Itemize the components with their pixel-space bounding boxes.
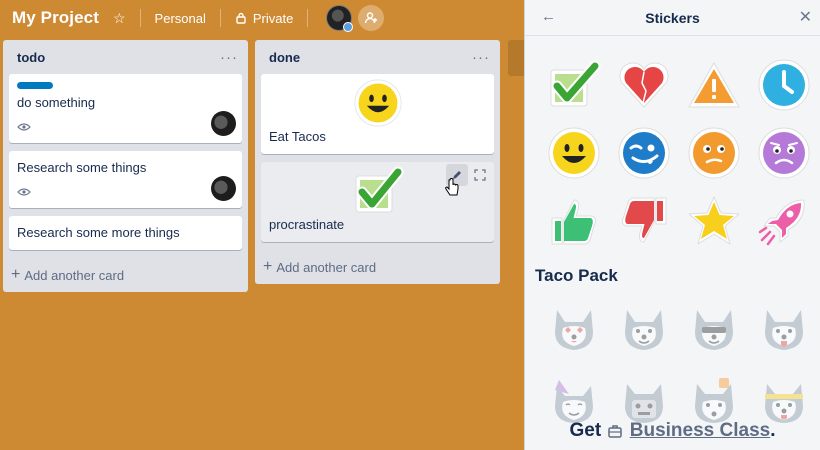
card-eat-tacos[interactable]: Eat Tacos xyxy=(261,74,494,154)
plus-icon: + xyxy=(11,266,21,283)
wink-sticker-icon[interactable] xyxy=(615,124,673,182)
taco-pack-title: Taco Pack xyxy=(535,266,618,285)
card-research-more[interactable]: Research some more things xyxy=(9,216,242,250)
smiley-sticker-icon[interactable] xyxy=(545,124,603,182)
board-title[interactable]: My Project xyxy=(12,8,99,28)
add-card-button[interactable]: + Add another card xyxy=(255,250,500,284)
warning-sticker-icon[interactable] xyxy=(685,56,743,114)
list-title[interactable]: todo xyxy=(17,50,45,65)
business-class-link[interactable]: Business Class xyxy=(630,420,770,441)
card-title: do something xyxy=(17,95,96,110)
business-class-promo: Get Business Class. xyxy=(525,420,820,442)
check-sticker-icon[interactable] xyxy=(545,56,603,114)
card-label xyxy=(17,82,53,89)
back-arrow-icon[interactable]: ← xyxy=(541,8,556,25)
admin-badge-icon xyxy=(343,22,354,32)
list-header: done ··· xyxy=(255,40,500,74)
check-sticker-icon xyxy=(355,166,403,213)
star-sticker-icon[interactable] xyxy=(685,192,743,250)
lock-icon xyxy=(236,12,246,24)
plus-icon: + xyxy=(263,258,273,275)
taco-cool-sticker-icon xyxy=(685,300,743,358)
frown-sticker-icon[interactable] xyxy=(755,124,813,182)
card-research[interactable]: Research some things xyxy=(9,151,242,208)
list-title[interactable]: done xyxy=(269,50,300,65)
thinking-sticker-icon[interactable] xyxy=(685,124,743,182)
privacy-button[interactable]: Private xyxy=(235,11,293,26)
taco-pack-grid xyxy=(525,286,820,430)
card-title: Eat Tacos xyxy=(269,129,326,144)
card-procrastinate[interactable]: procrastinate xyxy=(261,162,494,242)
list-menu-icon[interactable]: ··· xyxy=(472,49,490,66)
promo-suffix: . xyxy=(770,420,776,441)
sidebar-header: ← Stickers ✕ xyxy=(525,0,820,36)
taco-tongue-sticker-icon xyxy=(755,300,813,358)
avatar[interactable] xyxy=(211,176,236,201)
rocket-sticker-icon[interactable] xyxy=(755,192,813,250)
privacy-label: Private xyxy=(252,10,294,26)
heart-sticker-icon[interactable] xyxy=(615,56,673,114)
close-icon[interactable]: ✕ xyxy=(799,7,812,27)
add-person-icon xyxy=(365,12,378,24)
avatar[interactable] xyxy=(211,111,236,136)
add-card-button[interactable]: + Add another card xyxy=(3,258,248,292)
sticker-grid xyxy=(525,36,820,250)
taco-smile-sticker-icon xyxy=(615,300,673,358)
card-title: Research some things xyxy=(17,160,147,175)
card-title: procrastinate xyxy=(269,217,345,232)
hand-cursor-icon xyxy=(445,178,459,196)
smiley-sticker-icon xyxy=(353,79,402,127)
thumbs-down-sticker-icon[interactable] xyxy=(615,192,673,250)
promo-prefix: Get xyxy=(569,420,602,441)
list-todo: todo ··· do something Research some thin… xyxy=(3,40,248,292)
avatar[interactable] xyxy=(326,5,354,32)
taco-love-sticker-icon xyxy=(545,300,603,358)
list-header: todo ··· xyxy=(3,40,248,74)
card-title: Research some more things xyxy=(17,225,180,240)
watch-badge xyxy=(17,184,234,200)
add-card-label: Add another card xyxy=(24,267,125,283)
header-divider xyxy=(219,9,221,27)
board-header: My Project ☆ Personal Private xyxy=(0,0,524,36)
list-done: done ··· Eat Tacos procrastinate + Add a… xyxy=(255,40,500,284)
clock-sticker-icon[interactable] xyxy=(755,56,813,114)
add-card-label: Add another card xyxy=(276,259,377,275)
team-visibility-button[interactable]: Personal xyxy=(155,11,206,26)
list-menu-icon[interactable]: ··· xyxy=(220,49,238,66)
watch-badge xyxy=(17,119,234,135)
stickers-sidebar: ← Stickers ✕ Taco Pack Get Business Clas… xyxy=(524,0,820,450)
expand-icon[interactable] xyxy=(474,168,486,181)
card-do-something[interactable]: do something xyxy=(9,74,242,143)
invite-member-button[interactable] xyxy=(358,5,385,31)
eye-icon xyxy=(17,188,31,196)
star-icon[interactable]: ☆ xyxy=(113,10,126,27)
sidebar-title: Stickers xyxy=(645,9,700,26)
eye-icon xyxy=(17,123,31,131)
briefcase-icon xyxy=(608,425,623,438)
header-divider xyxy=(307,9,309,27)
thumbs-up-sticker-icon[interactable] xyxy=(545,192,603,250)
header-divider xyxy=(139,9,141,27)
